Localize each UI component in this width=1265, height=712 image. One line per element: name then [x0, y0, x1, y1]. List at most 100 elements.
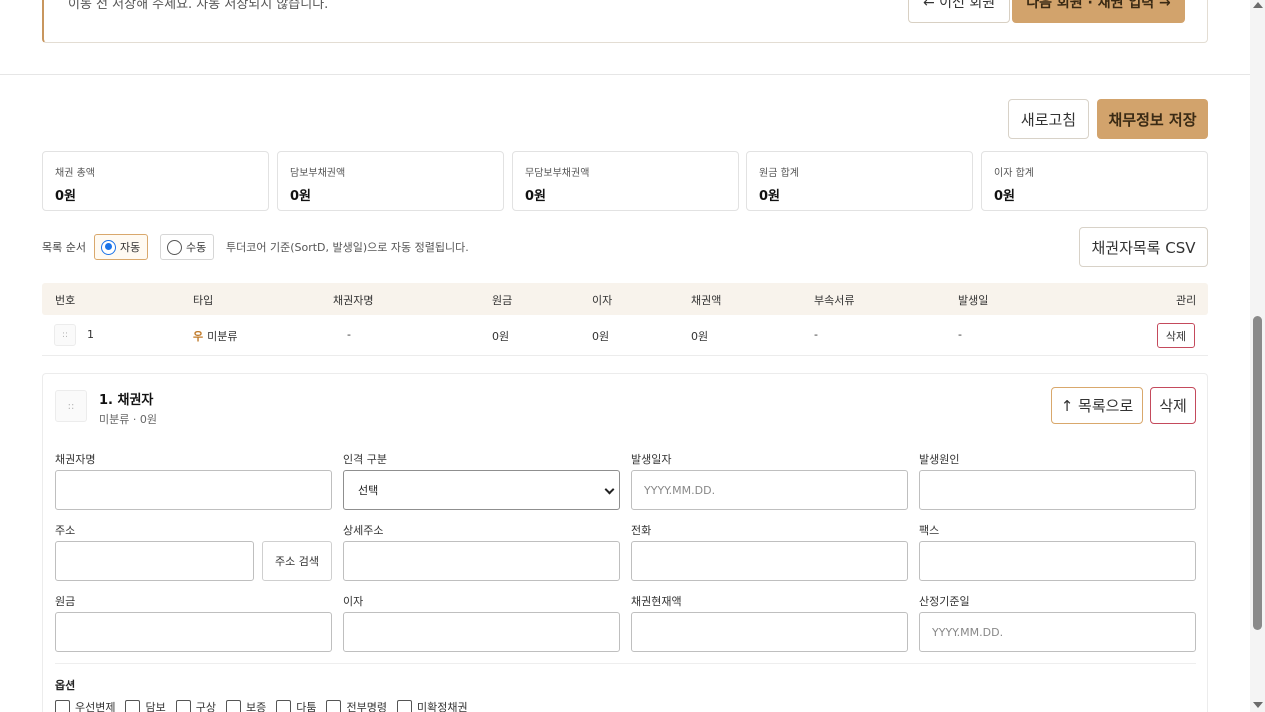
- col-header-manage: 관리: [1176, 294, 1197, 307]
- address-detail-label: 상세주소: [343, 524, 384, 537]
- options-label: 옵션: [55, 679, 76, 692]
- vertical-scrollbar[interactable]: [1250, 0, 1265, 712]
- col-header-interest: 이자: [592, 294, 613, 307]
- options-checkbox-group: 우선변제 담보 구상 보증 다툼 전부명령 미확정채권: [55, 699, 478, 712]
- notice-text: 이동 전 저장해 주세요. 자동 저장되지 않습니다.: [68, 0, 329, 12]
- radio-checked-icon: [101, 239, 116, 255]
- row-docs: -: [814, 328, 818, 341]
- option-guarantee-checkbox[interactable]: 보증: [225, 699, 266, 712]
- option-label: 우선변제: [75, 701, 116, 712]
- detail-delete-button[interactable]: 삭제: [1150, 387, 1196, 424]
- fax-label: 팩스: [919, 524, 940, 537]
- person-type-label: 인격 구분: [343, 453, 387, 466]
- person-type-selected: 선택: [358, 484, 379, 497]
- interest-label: 이자: [343, 595, 364, 608]
- section-divider: [0, 74, 1250, 75]
- drag-handle-icon[interactable]: ::: [54, 324, 76, 346]
- option-indemnity-checkbox[interactable]: 구상: [175, 699, 216, 712]
- creditor-name-input[interactable]: [55, 470, 332, 510]
- scroll-thumb[interactable]: [1253, 316, 1262, 630]
- row-type-label: 미분류: [207, 330, 238, 343]
- occur-date-label: 발생일자: [631, 453, 672, 466]
- checkbox-icon: [175, 699, 191, 712]
- address-detail-input[interactable]: [343, 541, 620, 581]
- next-round-button[interactable]: 다음 회원 · 채권 입력 →: [1012, 0, 1185, 23]
- address-search-button[interactable]: 주소 검색: [262, 541, 332, 581]
- row-no: 1: [87, 328, 94, 341]
- option-label: 다툼: [296, 701, 317, 712]
- occur-date-input[interactable]: YYYY.MM.DD.: [631, 470, 908, 510]
- col-header-date: 발생일: [958, 294, 989, 307]
- summary-label: 이자 합계: [994, 168, 1034, 179]
- calc-date-input[interactable]: YYYY.MM.DD.: [919, 612, 1196, 652]
- sort-order-label: 목록 순서: [42, 241, 86, 254]
- summary-value: 0원: [290, 189, 312, 204]
- options-divider: [55, 663, 1196, 664]
- radio-label: 수동: [186, 241, 207, 254]
- notice-banner: 이동 전 저장해 주세요. 자동 저장되지 않습니다. ← 이전 회원 다음 회…: [42, 0, 1208, 43]
- occur-cause-label: 발생원인: [919, 453, 960, 466]
- option-label: 전부명령: [346, 701, 387, 712]
- option-label: 미확정채권: [416, 701, 468, 712]
- sort-description: 투더코어 기준(SortD, 발생일)으로 자동 정렬됩니다.: [226, 241, 469, 254]
- checkbox-icon: [396, 699, 412, 712]
- creditor-name-label: 채권자명: [55, 453, 96, 466]
- occur-cause-input[interactable]: [919, 470, 1196, 510]
- row-principal: 0원: [492, 330, 510, 343]
- radio-label: 자동: [120, 241, 141, 254]
- current-amount-label: 채권현재액: [631, 595, 682, 608]
- fax-input[interactable]: [919, 541, 1196, 581]
- scroll-down-arrow-icon[interactable]: [1253, 702, 1263, 708]
- sort-manual-radio[interactable]: 수동: [160, 234, 215, 260]
- creditor-detail-panel: :: 1. 채권자 미분류 · 0원 ↑ 목록으로 삭제 채권자명 인격 구분 …: [42, 373, 1208, 712]
- table-row[interactable]: :: 1 우 미분류 - 0원 0원 0원 - - 삭제: [42, 315, 1208, 356]
- row-date: -: [958, 328, 962, 341]
- refresh-button[interactable]: 새로고침: [1008, 99, 1089, 139]
- principal-input[interactable]: [55, 612, 332, 652]
- creditor-list-csv-button[interactable]: 채권자목록 CSV: [1079, 227, 1208, 267]
- checkbox-icon: [55, 699, 70, 712]
- summary-card-principal: 원금 합계 0원: [746, 151, 973, 211]
- detail-subtitle: 미분류 · 0원: [99, 413, 157, 426]
- summary-value: 0원: [525, 189, 547, 204]
- checkbox-icon: [326, 699, 342, 712]
- option-priority-checkbox[interactable]: 우선변제: [55, 699, 115, 712]
- address-label: 주소: [55, 524, 76, 537]
- option-unconfirmed-checkbox[interactable]: 미확정채권: [396, 699, 468, 712]
- address-input[interactable]: [55, 541, 254, 581]
- prev-round-button[interactable]: ← 이전 회원: [908, 0, 1011, 23]
- detail-title: 1. 채권자: [99, 393, 154, 408]
- save-debt-info-button[interactable]: 채무정보 저장: [1097, 99, 1208, 139]
- col-header-no: 번호: [55, 294, 76, 307]
- checkbox-icon: [276, 699, 292, 712]
- summary-card-secured: 담보부채권액 0원: [277, 151, 504, 211]
- back-to-list-button[interactable]: ↑ 목록으로: [1051, 387, 1143, 424]
- summary-value: 0원: [55, 189, 77, 204]
- option-dispute-checkbox[interactable]: 다툼: [276, 699, 316, 712]
- sort-auto-radio[interactable]: 자동: [94, 234, 149, 260]
- summary-label: 무담보부채권액: [525, 168, 590, 179]
- col-header-amount: 채권액: [691, 294, 722, 307]
- option-label: 구상: [195, 701, 216, 712]
- col-header-docs: 부속서류: [814, 294, 855, 307]
- summary-card-unsecured: 무담보부채권액 0원: [512, 151, 739, 211]
- option-full-order-checkbox[interactable]: 전부명령: [326, 699, 387, 712]
- checkbox-icon: [125, 699, 141, 712]
- phone-input[interactable]: [631, 541, 908, 581]
- row-amount: 0원: [691, 330, 709, 343]
- person-type-select[interactable]: 선택: [343, 470, 620, 510]
- summary-label: 담보부채권액: [290, 168, 346, 179]
- phone-label: 전화: [631, 524, 652, 537]
- current-amount-input[interactable]: [631, 612, 908, 652]
- col-header-type: 타입: [193, 294, 214, 307]
- row-delete-button[interactable]: 삭제: [1157, 323, 1195, 348]
- scroll-up-arrow-icon[interactable]: [1253, 2, 1263, 8]
- summary-card-interest: 이자 합계 0원: [981, 151, 1208, 211]
- calc-date-label: 산정기준일: [919, 595, 970, 608]
- radio-unchecked-icon: [167, 239, 182, 255]
- summary-label: 원금 합계: [759, 168, 799, 179]
- option-collateral-checkbox[interactable]: 담보: [125, 699, 166, 712]
- chevron-down-icon: [604, 484, 615, 495]
- interest-input[interactable]: [343, 612, 620, 652]
- drag-handle-icon[interactable]: ::: [55, 390, 87, 422]
